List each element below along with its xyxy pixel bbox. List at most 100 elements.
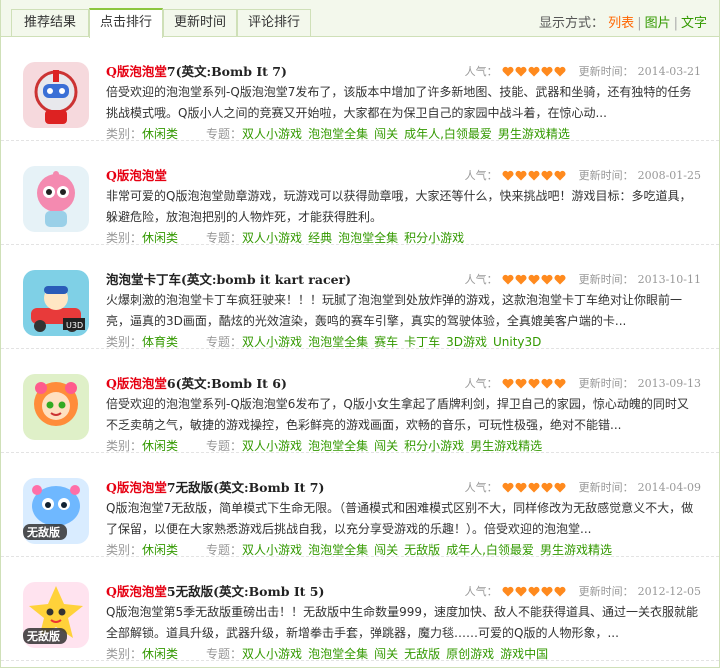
popularity-label: 人气： xyxy=(464,377,498,390)
tab-recommended[interactable]: 推荐结果 xyxy=(11,9,89,36)
updated-label: 更新时间： xyxy=(578,481,634,494)
blue-monster-icon[interactable]: 无敌版无敌版 xyxy=(23,478,89,544)
view-mode-switch: 显示方式： 列表 | 图片 | 文字 xyxy=(539,16,707,31)
category-label: 类别： xyxy=(106,335,143,349)
topic-tag[interactable]: 泡泡堂全集 xyxy=(308,439,368,453)
topic-tag[interactable]: 3D游戏 xyxy=(446,335,487,349)
popularity-label: 人气： xyxy=(464,585,498,598)
updated-label: 更新时间： xyxy=(578,273,634,286)
update-date: 2008-01-25 xyxy=(637,168,701,182)
category-link[interactable]: 休闲类 xyxy=(142,127,178,141)
topic-tag[interactable]: 闯关 xyxy=(374,543,398,557)
svg-text:无敌版: 无敌版 xyxy=(26,525,60,539)
topic-tag[interactable]: 男生游戏精选 xyxy=(470,439,542,453)
heart-rating-icon xyxy=(502,378,567,389)
topic-tag[interactable]: 泡泡堂全集 xyxy=(338,231,398,245)
game-title-link[interactable]: Q版泡泡堂7(英文:Bomb It 7) xyxy=(106,61,287,80)
topic-tag[interactable]: 泡泡堂全集 xyxy=(308,543,368,557)
topic-tag[interactable]: 成年人,白领最爱 xyxy=(446,543,534,557)
view-image-link[interactable]: 图片 xyxy=(645,16,671,31)
topic-tag[interactable]: 泡泡堂全集 xyxy=(308,335,368,349)
category-link[interactable]: 休闲类 xyxy=(142,647,178,661)
pink-star-icon[interactable]: 无敌版无敌版 xyxy=(23,582,89,648)
game-title-link[interactable]: Q版泡泡堂6(英文:Bomb It 6) xyxy=(106,373,287,392)
updated-label: 更新时间： xyxy=(578,169,634,182)
list-item: Q版泡泡堂 人气： 更新时间： 2008-01-25 非常可爱的Q版泡泡堂勋章游戏，玩游… xyxy=(1,141,719,245)
game-list-panel: 推荐结果 点击排行 更新时间 评论排行 显示方式： 列表 | 图片 | 文字 Q版泡泡堂… xyxy=(0,0,720,668)
topic-tag[interactable]: 双人小游戏 xyxy=(242,127,302,141)
topic-tag[interactable]: 积分小游戏 xyxy=(404,439,464,453)
game-title-link[interactable]: Q版泡泡堂5无敌版(英文:Bomb It 5) xyxy=(106,581,324,600)
item-meta: 人气： 更新时间： 2012-12-05 xyxy=(465,583,701,599)
tag-line: 类别：休闲类 专题：双人小游戏 泡泡堂全集 闯关 无敌版 成年人,白领最爱 男生游戏精选 xyxy=(106,541,618,558)
title-text: 7(英文:Bomb It 7) xyxy=(166,64,287,79)
pink-robot-icon[interactable] xyxy=(23,166,89,232)
list-item: U3D 泡泡堂卡丁车(英文:bomb it kart racer) 人气： 更新时间：… xyxy=(1,245,719,349)
category-label: 类别： xyxy=(106,543,143,557)
tab-update-time[interactable]: 更新时间 xyxy=(163,9,237,36)
topic-tag[interactable]: 赛车 xyxy=(374,335,398,349)
title-text: 7无敌版(英文:Bomb It 7) xyxy=(166,480,325,495)
update-date: 2014-04-09 xyxy=(637,480,701,494)
item-meta: 人气： 更新时间： 2013-09-13 xyxy=(465,375,701,391)
topic-tag[interactable]: 闯关 xyxy=(374,127,398,141)
topic-tag[interactable]: 积分小游戏 xyxy=(404,231,464,245)
topic-tag[interactable]: Unity3D xyxy=(493,335,541,349)
topic-label: 专题： xyxy=(206,335,243,349)
topic-tag[interactable]: 闯关 xyxy=(374,439,398,453)
topic-tag[interactable]: 双人小游戏 xyxy=(242,439,302,453)
heart-rating-icon xyxy=(502,482,567,493)
robot-icon[interactable] xyxy=(23,62,89,128)
category-label: 类别： xyxy=(106,127,143,141)
popularity-label: 人气： xyxy=(464,169,498,182)
category-link[interactable]: 体育类 xyxy=(142,335,178,349)
popularity-label: 人气： xyxy=(464,481,498,494)
updated-label: 更新时间： xyxy=(578,377,634,390)
view-text-link[interactable]: 文字 xyxy=(681,16,707,31)
game-description: 火爆刺激的泡泡堂卡丁车疯狂驶来！！！玩腻了泡泡堂到处放炸弹的游戏，这款泡泡堂卡丁… xyxy=(106,293,683,328)
category-link[interactable]: 休闲类 xyxy=(142,543,178,557)
topic-tag[interactable]: 无敌版 xyxy=(404,543,440,557)
category-link[interactable]: 休闲类 xyxy=(142,439,178,453)
topic-tag[interactable]: 原创游戏 xyxy=(446,647,494,661)
view-list-link[interactable]: 列表 xyxy=(608,16,634,31)
tag-line: 类别：休闲类 专题：双人小游戏 泡泡堂全集 闯关 成年人,白领最爱 男生游戏精选 xyxy=(106,125,576,142)
topic-tag[interactable]: 游戏中国 xyxy=(500,647,548,661)
updated-label: 更新时间： xyxy=(578,65,634,78)
topic-tag[interactable]: 无敌版 xyxy=(404,647,440,661)
topic-tag[interactable]: 经典 xyxy=(308,231,332,245)
item-meta: 人气： 更新时间： 2013-10-11 xyxy=(465,271,701,287)
view-mode-label: 显示方式： xyxy=(539,16,605,31)
popularity-label: 人气： xyxy=(464,65,498,78)
game-title-link[interactable]: Q版泡泡堂 xyxy=(106,165,167,184)
topic-tag[interactable]: 男生游戏精选 xyxy=(498,127,570,141)
list-item: 无敌版无敌版Q版泡泡堂7无敌版(英文:Bomb It 7)人气：更新时间：201… xyxy=(1,453,719,557)
topic-tag[interactable]: 双人小游戏 xyxy=(242,335,302,349)
title-text: 6(英文:Bomb It 6) xyxy=(166,376,287,391)
list-item: Q版泡泡堂7(英文:Bomb It 7) 人气： 更新时间： 2014-03-21 倍受… xyxy=(1,37,719,141)
topic-label: 专题： xyxy=(206,127,243,141)
topic-tag[interactable]: 泡泡堂全集 xyxy=(308,647,368,661)
title-highlight: Q版泡泡堂 xyxy=(106,64,167,79)
game-title-link[interactable]: Q版泡泡堂7无敌版(英文:Bomb It 7) xyxy=(106,477,324,496)
flower-girl-icon[interactable] xyxy=(23,374,89,440)
topic-tag[interactable]: 闯关 xyxy=(374,647,398,661)
topic-tag[interactable]: 双人小游戏 xyxy=(242,231,302,245)
heart-rating-icon xyxy=(502,586,567,597)
category-link[interactable]: 休闲类 xyxy=(142,231,178,245)
category-label: 类别： xyxy=(106,231,143,245)
tag-line: 类别：休闲类 专题：双人小游戏 泡泡堂全集 闯关 无敌版 原创游戏 游戏中国 xyxy=(106,645,554,662)
topic-tag[interactable]: 双人小游戏 xyxy=(242,543,302,557)
game-description: 倍受欢迎的泡泡堂系列-Q版泡泡堂6发布了，Q版小女生拿起了盾牌利剑，捍卫自己的家… xyxy=(106,397,689,432)
topic-tag[interactable]: 成年人,白领最爱 xyxy=(404,127,492,141)
game-title-link[interactable]: 泡泡堂卡丁车(英文:bomb it kart racer) xyxy=(106,269,351,288)
topic-tag[interactable]: 卡丁车 xyxy=(404,335,440,349)
tab-click-ranking[interactable]: 点击排行 xyxy=(89,8,163,38)
kart-icon[interactable]: U3D xyxy=(23,270,89,336)
topic-tag[interactable]: 双人小游戏 xyxy=(242,647,302,661)
topic-tag[interactable]: 泡泡堂全集 xyxy=(308,127,368,141)
title-text: 5无敌版(英文:Bomb It 5) xyxy=(166,584,325,599)
topic-tag[interactable]: 男生游戏精选 xyxy=(540,543,612,557)
topic-label: 专题： xyxy=(206,647,243,661)
tab-comment-ranking[interactable]: 评论排行 xyxy=(237,9,311,36)
